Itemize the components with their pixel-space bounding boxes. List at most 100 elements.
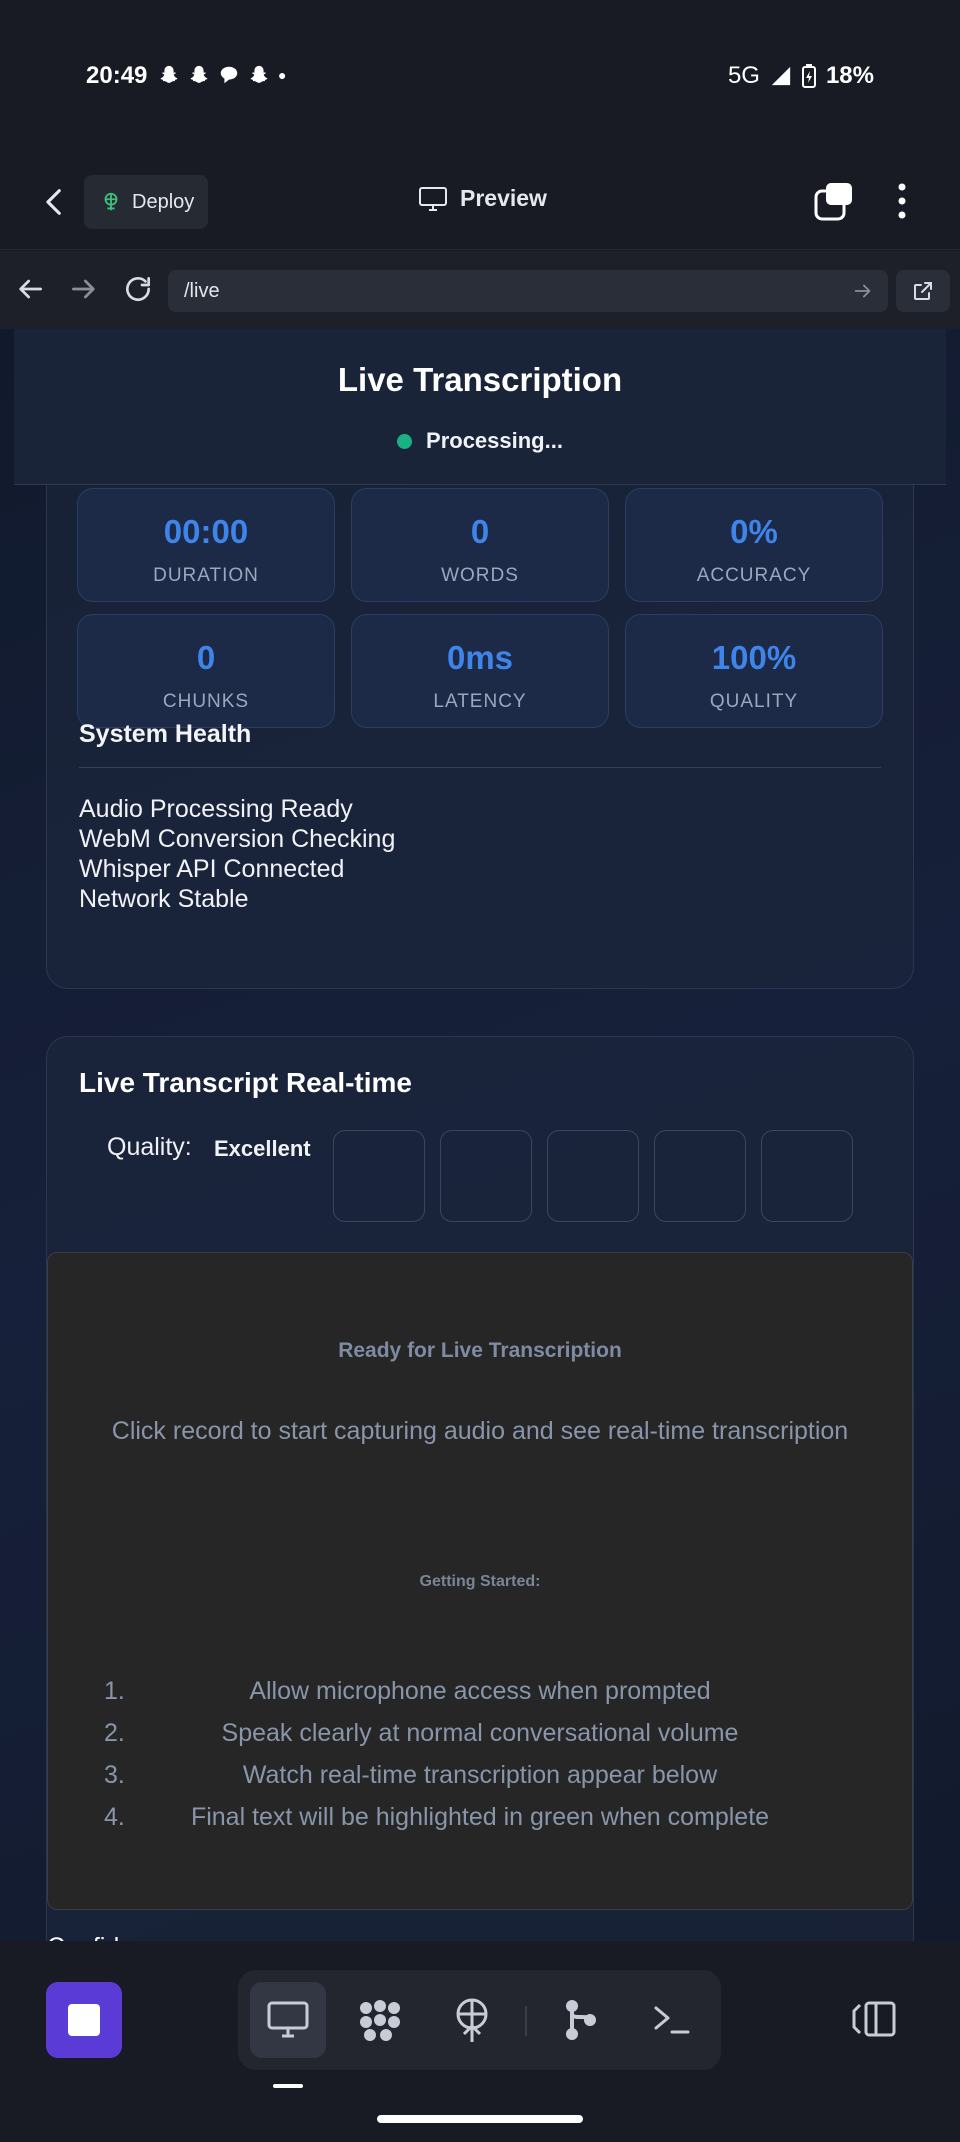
- browser-bar: /live: [0, 251, 960, 329]
- go-arrow-icon[interactable]: [852, 280, 874, 302]
- stat-card-quality: 100% QUALITY: [625, 614, 883, 728]
- preview-label: Preview: [460, 185, 547, 211]
- stat-label: DURATION: [153, 565, 259, 586]
- status-dot-icon: [397, 433, 413, 449]
- browser-forward-icon[interactable]: [68, 273, 100, 305]
- quality-label: Quality:: [107, 1133, 192, 1161]
- page-title: Live Transcription: [337, 361, 623, 398]
- stat-label: LATENCY: [433, 691, 527, 712]
- dot-icon: ●: [278, 67, 287, 83]
- system-health-title: System Health: [79, 720, 252, 748]
- bottom-toolbar: [0, 1941, 960, 2142]
- divider: [79, 767, 881, 768]
- quality-indicator-box: [333, 1130, 425, 1222]
- deploy-icon: [104, 192, 118, 211]
- external-link-icon: [914, 282, 932, 300]
- more-options-icon[interactable]: [888, 181, 916, 221]
- panel-toggle-icon[interactable]: [852, 1999, 898, 2039]
- app-header: Deploy Preview: [0, 155, 960, 250]
- health-item: WebM Conversion Checking: [79, 825, 396, 853]
- step-text: Speak clearly at normal conversational v…: [221, 1719, 739, 1747]
- status-right: 5G 18%: [728, 62, 874, 90]
- reload-icon[interactable]: [122, 273, 154, 305]
- list-item: 4. Final text will be highlighted in gree…: [104, 1803, 856, 1845]
- preview-tool-button[interactable]: [250, 1982, 326, 2058]
- stat-value: 0: [196, 639, 216, 676]
- step-text: Allow microphone access when prompted: [249, 1677, 711, 1705]
- live-header: Live Transcription Processing...: [14, 329, 946, 485]
- quality-indicator-box: [547, 1130, 639, 1222]
- stat-label: WORDS: [441, 565, 519, 586]
- stat-value: 00:00: [163, 513, 249, 550]
- stat-value: 0: [470, 513, 490, 550]
- stat-value: 0ms: [446, 639, 514, 676]
- ready-description: Click record to start capturing audio an…: [111, 1417, 849, 1445]
- quality-indicator-box: [761, 1130, 853, 1222]
- git-tool-button[interactable]: [542, 1982, 618, 2058]
- step-number: 3.: [104, 1761, 125, 1789]
- terminal-tool-button[interactable]: [634, 1982, 710, 2058]
- stat-card-words: 0 WORDS: [351, 488, 609, 602]
- deploy-label: Deploy: [132, 190, 195, 213]
- quality-indicator-box: [654, 1130, 746, 1222]
- step-number: 1.: [104, 1677, 125, 1705]
- stat-card-accuracy: 0% ACCURACY: [625, 488, 883, 602]
- health-item: Network Stable: [79, 885, 249, 913]
- list-item: 1. Allow microphone access when prompted: [104, 1677, 856, 1719]
- status-text: Processing...: [426, 428, 563, 453]
- stat-value: 100%: [711, 639, 797, 676]
- stat-value: 0%: [730, 513, 778, 550]
- stat-label: CHUNKS: [162, 691, 250, 712]
- windows-icon[interactable]: [814, 181, 854, 221]
- url-text: /live: [184, 279, 220, 302]
- stat-label: ACCURACY: [696, 565, 812, 586]
- url-field[interactable]: /live: [168, 270, 888, 312]
- signal-icon: [771, 66, 791, 86]
- transcript-panel: Live Transcript Real-time Quality: Excel…: [46, 1036, 914, 1941]
- stat-card-chunks: 0 CHUNKS: [77, 614, 335, 728]
- quality-value: Excellent: [214, 1136, 311, 1161]
- getting-started-title: Getting Started:: [419, 1573, 541, 1590]
- quality-indicator-box: [440, 1130, 532, 1222]
- stop-button[interactable]: [46, 1982, 122, 2058]
- active-tab-indicator: [273, 2084, 303, 2088]
- list-item: 3. Watch real-time transcription appear b…: [104, 1761, 856, 1803]
- status-time: 20:49: [86, 62, 148, 89]
- monitor-icon: [267, 2001, 309, 2038]
- transcript-area[interactable]: Ready for Live Transcription Click recor…: [47, 1252, 913, 1910]
- browser-back-icon[interactable]: [14, 273, 46, 305]
- stat-card-duration: 00:00 DURATION: [77, 488, 335, 602]
- snapchat-icon: [190, 65, 208, 83]
- terminal-icon: [654, 2006, 690, 2034]
- deploy-icon: [456, 1998, 488, 2042]
- transcript-title: Live Transcript Real-time: [79, 1067, 413, 1098]
- list-item: 2. Speak clearly at normal conversational…: [104, 1719, 856, 1761]
- ready-title: Ready for Live Transcription: [338, 1339, 622, 1362]
- step-text: Watch real-time transcription appear bel…: [242, 1761, 718, 1789]
- stop-icon: [68, 2004, 100, 2036]
- status-bar: 20:49 ● 5G 18%: [0, 0, 960, 155]
- agents-tool-button[interactable]: [342, 1982, 418, 2058]
- confidence-label: Confidence: [47, 1933, 173, 1941]
- battery-level: 18%: [825, 62, 874, 89]
- notification-icons: ●: [158, 64, 286, 86]
- health-item: Audio Processing Ready: [79, 795, 353, 823]
- system-health-list: Audio Processing Ready WebM Conversion C…: [79, 794, 395, 914]
- step-number: 2.: [104, 1719, 125, 1747]
- tool-group: [238, 1970, 721, 2070]
- open-external-button[interactable]: [896, 270, 950, 312]
- step-number: 4.: [104, 1803, 125, 1831]
- health-item: Whisper API Connected: [79, 855, 345, 883]
- branch-icon: [566, 2000, 596, 2040]
- back-icon[interactable]: [38, 185, 72, 219]
- chat-icon: [220, 66, 238, 84]
- deploy-tool-button[interactable]: [434, 1982, 510, 2058]
- battery-icon: [801, 64, 816, 88]
- snapchat-icon: [250, 65, 268, 83]
- cluster-icon: [360, 2000, 400, 2041]
- preview-title: Preview: [418, 185, 547, 212]
- network-type: 5G: [727, 62, 760, 89]
- home-indicator[interactable]: [377, 2115, 583, 2123]
- web-content: 00:00 DURATION 0 WORDS 0% ACCURACY 0 CHU…: [0, 329, 960, 1941]
- deploy-button[interactable]: Deploy: [84, 175, 208, 229]
